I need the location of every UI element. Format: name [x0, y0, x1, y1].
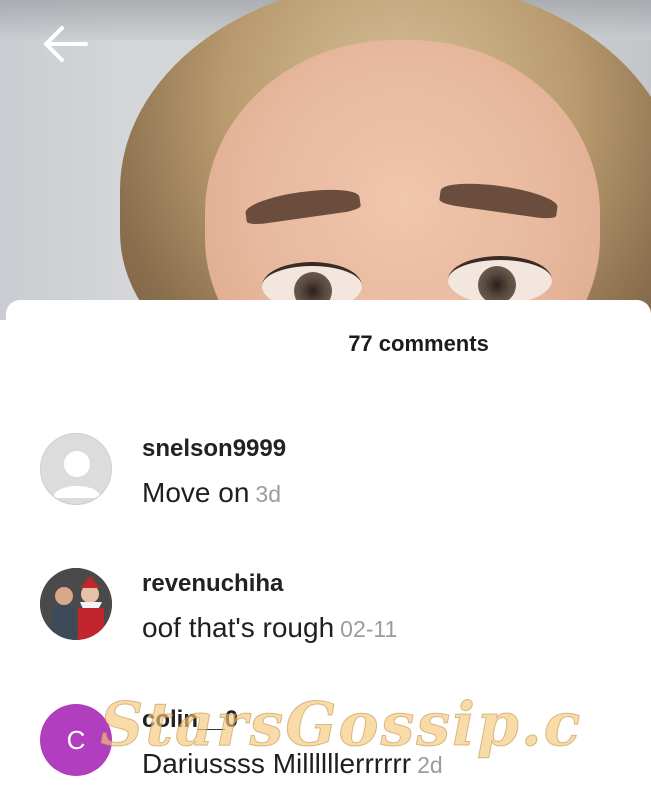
- arrow-left-icon: [44, 26, 88, 62]
- comment-time: 02-11: [340, 616, 398, 642]
- profile-photo: [40, 568, 112, 640]
- avatar[interactable]: [40, 568, 112, 640]
- comment-username[interactable]: revenuchiha: [142, 570, 283, 598]
- comments-count: 77 comments: [348, 331, 489, 356]
- video-frame[interactable]: [0, 0, 651, 320]
- comment-text: Move on: [142, 477, 250, 508]
- comment-username[interactable]: snelson9999: [142, 435, 286, 463]
- right-eye: [448, 256, 552, 304]
- avatar-letter: C: [66, 724, 86, 755]
- comment-text-row: oof that's rough 02-11: [142, 612, 397, 644]
- default-user-icon: [53, 451, 101, 498]
- avatar[interactable]: [40, 433, 112, 505]
- comment-time: 3d: [255, 481, 281, 507]
- comment-text: oof that's rough: [142, 612, 335, 643]
- comment-text-row: Move on 3d: [142, 477, 281, 509]
- back-button[interactable]: [38, 22, 90, 66]
- site-watermark: StarsGossip.c: [100, 690, 583, 761]
